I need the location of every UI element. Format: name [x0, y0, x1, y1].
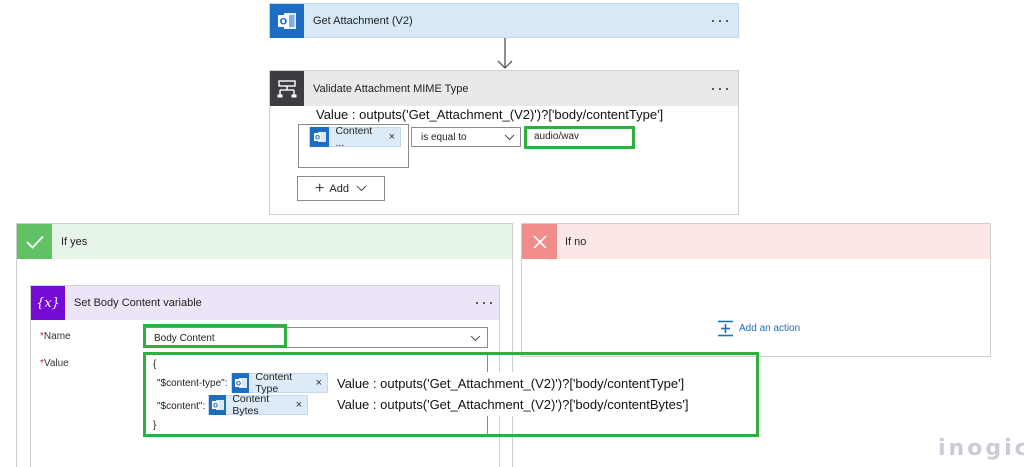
close-icon: [522, 224, 557, 259]
value-label: *Value: [40, 358, 69, 369]
token-remove-icon[interactable]: ×: [389, 131, 395, 143]
svg-text:O: O: [315, 135, 320, 142]
content-type-token-label: Content ...: [335, 125, 373, 149]
add-button[interactable]: + Add: [297, 176, 385, 201]
chevron-down-icon: [470, 335, 481, 342]
get-attachment-card[interactable]: O Get Attachment (V2) ···: [269, 3, 739, 38]
chevron-down-icon: [504, 134, 515, 141]
plus-icon: +: [315, 179, 325, 197]
svg-text:O: O: [280, 18, 288, 28]
chevron-down-icon: [356, 185, 367, 192]
name-highlight: [143, 324, 287, 348]
add-an-action-link[interactable]: Add an action: [717, 320, 800, 337]
add-button-label: Add: [329, 182, 349, 195]
condition-more-button[interactable]: ···: [710, 79, 731, 97]
content-type-value-note: Value : outputs('Get_Attachment_(V2)')?[…: [337, 376, 685, 391]
content-type-token[interactable]: O Content ... ×: [309, 125, 401, 149]
get-attachment-title: Get Attachment (V2): [313, 15, 413, 27]
condition-icon: [270, 71, 304, 106]
outlook-token-icon: O: [310, 127, 330, 147]
if-no-header[interactable]: [522, 224, 990, 259]
check-icon: [17, 224, 52, 259]
condition-title: Validate Attachment MIME Type: [313, 83, 469, 95]
operand-highlight: [524, 126, 635, 149]
get-attachment-more-button[interactable]: ···: [710, 11, 731, 29]
condition-value-note: Value : outputs('Get_Attachment_(V2)')?[…: [316, 107, 664, 122]
if-yes-title: If yes: [61, 236, 88, 248]
operator-value: is equal to: [421, 132, 467, 143]
add-an-action-label: Add an action: [739, 323, 801, 334]
set-variable-more-button[interactable]: ···: [474, 293, 495, 311]
inogic-watermark-logo: inogic: [938, 436, 1024, 461]
operator-dropdown[interactable]: is equal to: [411, 127, 521, 147]
set-variable-title: Set Body Content variable: [74, 297, 202, 309]
if-no-title: If no: [565, 236, 587, 248]
if-no-branch: If no Add an action: [521, 223, 991, 357]
content-bytes-value-note: Value : outputs('Get_Attachment_(V2)')?[…: [337, 397, 689, 412]
add-action-icon: [718, 320, 733, 337]
if-yes-header[interactable]: [17, 224, 512, 259]
outlook-icon: O: [270, 4, 304, 38]
variable-icon: {x}: [31, 286, 65, 320]
flow-arrow-icon: [497, 38, 513, 69]
name-label: *Name: [40, 331, 71, 342]
